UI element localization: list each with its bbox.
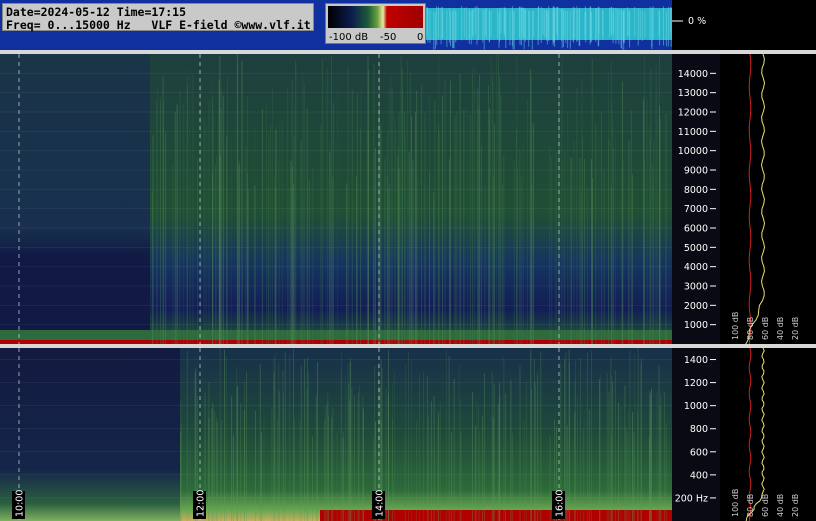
y-tick-label: 600	[690, 447, 708, 458]
scale-label-mid: -50	[380, 32, 397, 43]
svg-text:80 dB: 80 dB	[746, 317, 755, 340]
x-tick-label: 16:00	[552, 490, 566, 519]
profile-db-label: 60 dB	[761, 494, 770, 517]
y-tick-label: 1400	[684, 355, 708, 366]
profile-db-label: 40 dB	[776, 494, 785, 517]
x-tick-label: 12:00	[193, 490, 207, 519]
y-tick-label: 7000	[684, 204, 708, 215]
y-tick-label: 800	[690, 424, 708, 435]
spectrogram-window: 14000 13000 12000 11000 10000 9000 8000 7000 600…	[0, 0, 816, 521]
y-tick-label: 6000	[684, 224, 708, 235]
profile-db-label: 80 dB	[746, 317, 755, 340]
profile-panel-upper	[720, 54, 816, 344]
y-tick-label: 8000	[684, 185, 708, 196]
y-tick-label: 5000	[684, 243, 708, 254]
profile-db-label: 100 dB	[731, 312, 740, 340]
y-tick-label: 11000	[678, 127, 708, 138]
svg-text:100 dB: 100 dB	[731, 489, 740, 517]
profile-db-label: 80 dB	[746, 494, 755, 517]
svg-text:100 dB: 100 dB	[731, 312, 740, 340]
profile-db-label: 100 dB	[731, 489, 740, 517]
info-frequency: Freq= 0...15000 Hz VLF E-field ©www.vlf.…	[6, 18, 311, 32]
profile-db-label: 40 dB	[776, 317, 785, 340]
y-tick-label: 400	[690, 470, 708, 481]
y-tick-label: 14000	[678, 69, 708, 80]
svg-text:40 dB: 40 dB	[776, 494, 785, 517]
separator-middle	[0, 344, 816, 348]
y-tick-label: 10000	[678, 146, 708, 157]
profile-db-label: 60 dB	[761, 317, 770, 340]
y-tick-label: 13000	[678, 88, 708, 99]
y-tick-label: 1200	[684, 378, 708, 389]
spectrogram-canvas: 1400013000120001100010000900080007000600…	[0, 0, 816, 521]
scale-label-max: 0	[417, 32, 424, 43]
upper-spectrogram-quiet	[0, 54, 150, 344]
svg-text:60 dB: 60 dB	[761, 317, 770, 340]
y-tick-label: 1000	[684, 401, 708, 412]
y-tick-label: 3000	[684, 282, 708, 293]
color-scale-bar	[328, 6, 423, 28]
svg-text:12:00: 12:00	[196, 490, 207, 517]
y-tick-label: 9000	[684, 166, 708, 177]
scale-label-min: -100 dB	[329, 32, 369, 43]
y-tick-label: 200 Hz	[675, 493, 708, 504]
info-date-time: Date=2024-05-12 Time=17:15	[6, 5, 187, 19]
x-tick-label: 10:00	[12, 490, 26, 519]
separator-top	[0, 50, 816, 54]
svg-text:14:00: 14:00	[375, 490, 386, 517]
info-panel: Date=2024-05-12 Time=17:15 Freq= 0...150…	[2, 3, 314, 31]
strip-percent-label: 0 %	[688, 16, 706, 27]
y-tick-label: 4000	[684, 262, 708, 273]
x-tick-label: 14:00	[372, 490, 386, 519]
svg-text:20 dB: 20 dB	[791, 317, 800, 340]
svg-text:10:00: 10:00	[15, 490, 26, 517]
profile-db-label: 20 dB	[791, 494, 800, 517]
svg-text:80 dB: 80 dB	[746, 494, 755, 517]
svg-text:20 dB: 20 dB	[791, 494, 800, 517]
y-tick-label: 1000	[684, 320, 708, 331]
svg-text:16:00: 16:00	[555, 490, 566, 517]
y-tick-label: 2000	[684, 301, 708, 312]
svg-text:40 dB: 40 dB	[776, 317, 785, 340]
profile-db-label: 20 dB	[791, 317, 800, 340]
color-scale: -100 dB -50 0	[325, 3, 426, 44]
lower-spectrogram-quiet	[0, 348, 180, 521]
y-tick-label: 12000	[678, 108, 708, 119]
svg-text:60 dB: 60 dB	[761, 494, 770, 517]
